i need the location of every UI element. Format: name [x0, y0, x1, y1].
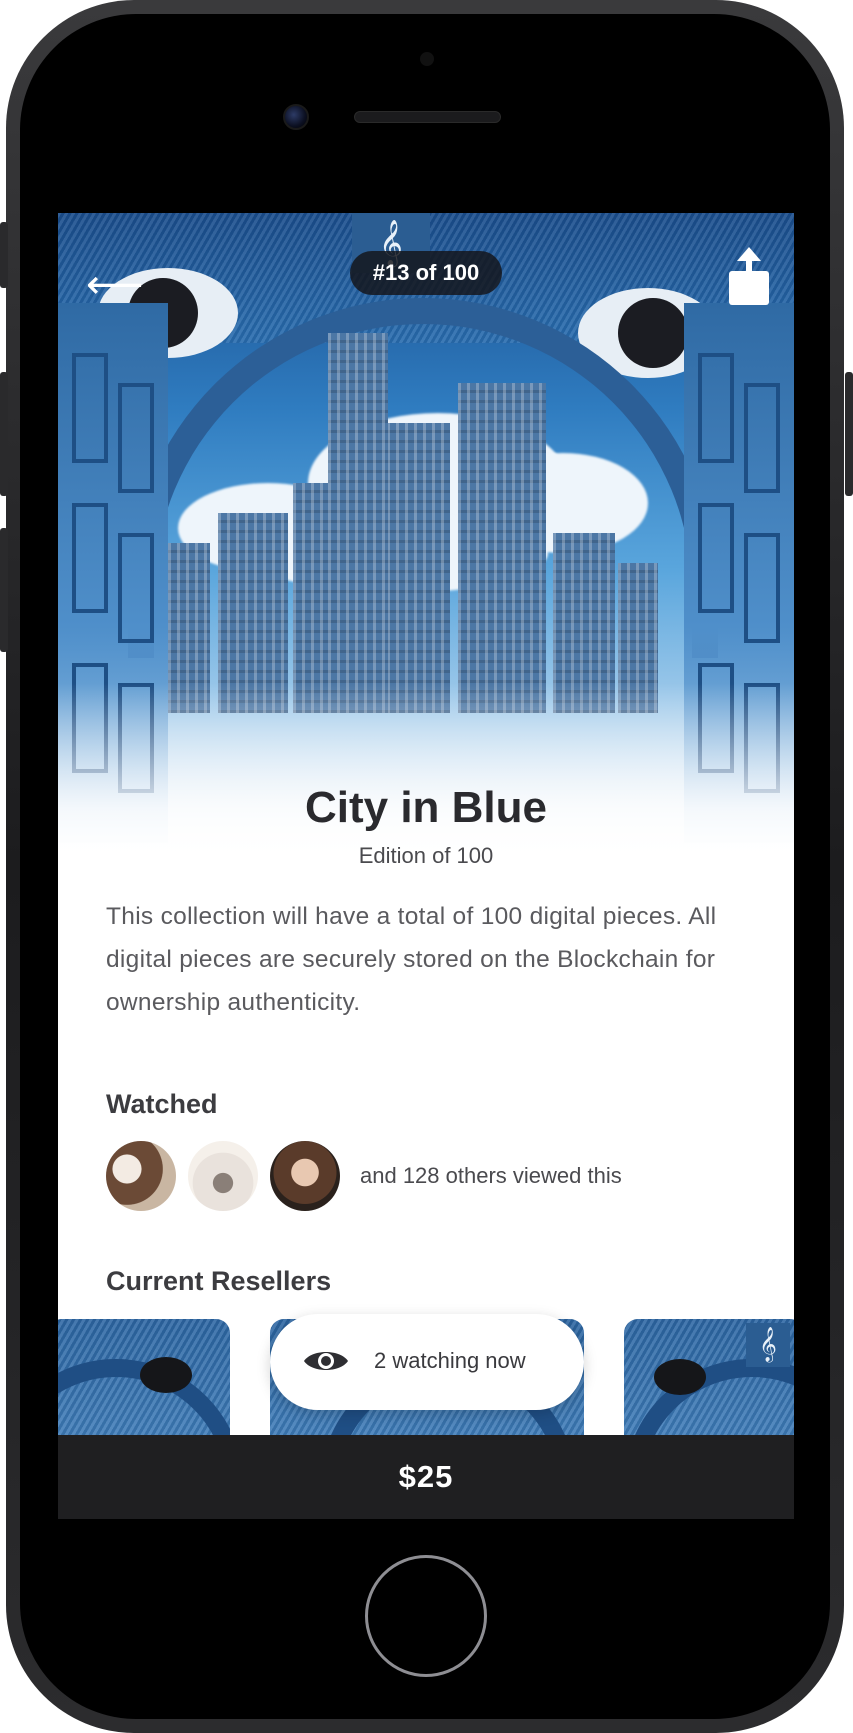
home-button[interactable]	[365, 1555, 487, 1677]
watched-heading: Watched	[106, 1089, 218, 1119]
back-arrow-icon[interactable]: ⟵	[86, 265, 143, 305]
power-button	[845, 372, 853, 496]
front-camera	[283, 104, 309, 130]
buy-price-bar[interactable]: $25	[58, 1435, 794, 1519]
edition-number-badge: #13 of 100	[350, 251, 502, 295]
proximity-sensor	[420, 52, 434, 66]
earpiece-speaker	[354, 111, 501, 123]
artwork-hero-image: 𝄞	[58, 213, 794, 863]
price-label: $25	[398, 1459, 454, 1494]
volume-down-button	[0, 528, 8, 652]
avatar[interactable]	[188, 1141, 258, 1211]
share-icon[interactable]	[727, 247, 771, 305]
hero-fade-overlay	[58, 683, 794, 863]
edition-size-label: Edition of 100	[358, 843, 494, 868]
eye-icon	[304, 1352, 348, 1370]
resellers-heading: Current Resellers	[106, 1266, 332, 1296]
watching-now-label: 2 watching now	[374, 1348, 526, 1373]
artwork-title: City in Blue	[304, 783, 548, 832]
avatar[interactable]	[106, 1141, 176, 1211]
viewer-count-text: and 128 others viewed this	[360, 1163, 622, 1188]
mute-switch	[0, 222, 8, 288]
artwork-description: This collection will have a total of 100…	[106, 903, 717, 1016]
watching-now-pill: 2 watching now	[270, 1314, 584, 1410]
avatar[interactable]	[270, 1141, 340, 1211]
app-screen: 𝄞 ⟵ #13 of 100 City in Blue Edition of 1…	[58, 213, 794, 1519]
volume-up-button	[0, 372, 8, 496]
